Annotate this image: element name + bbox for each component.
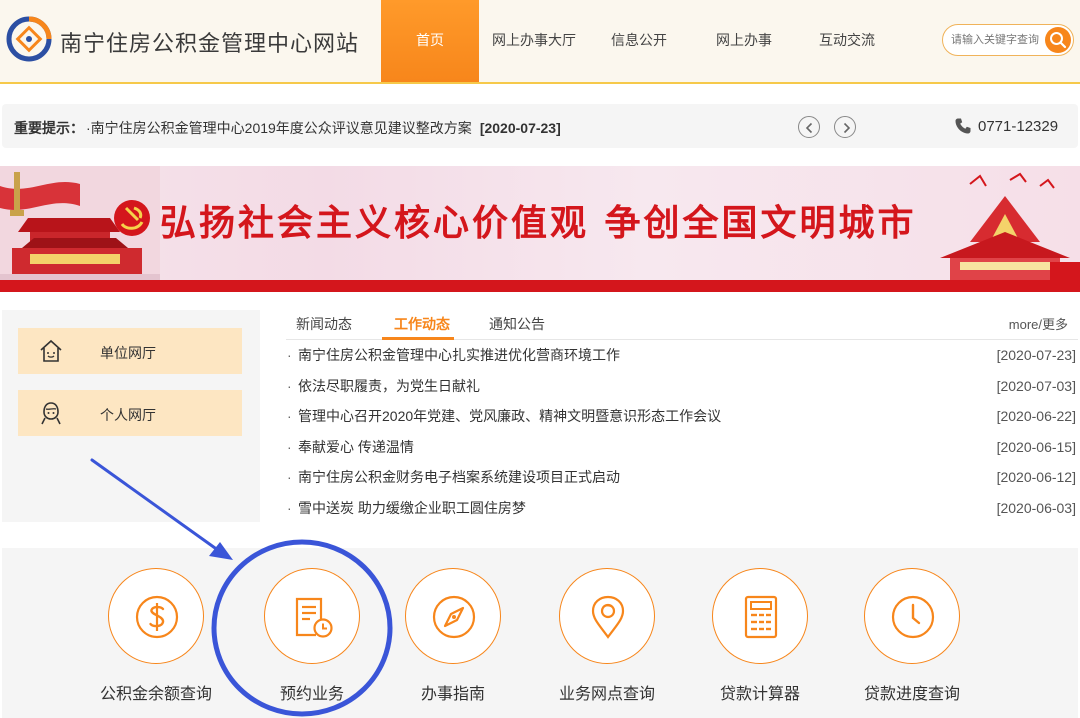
service-label: 公积金余额查询 (99, 686, 212, 703)
bullet: · (287, 469, 292, 486)
quick-services: 公积金余额查询 预约业务 办事指南 业务网点查询 贷款计算器 贷款进度查询 (2, 548, 1078, 718)
notice-prev-button[interactable] (798, 116, 820, 138)
news-title: 奉献爱心 传递温情 (298, 438, 414, 455)
news-item[interactable]: · 依法尽职履责，为党生日献礼 [2020-07-03] (286, 375, 1078, 406)
news-list: · 南宁住房公积金管理中心扎实推进优化营商环境工作 [2020-07-23] · 依法… (286, 344, 1078, 528)
bullet: · (287, 408, 292, 425)
nav-item-online-services[interactable]: 网上办事 (689, 0, 799, 82)
dollar-icon (135, 595, 179, 639)
news-item[interactable]: · 南宁住房公积金管理中心扎实推进优化营商环境工作 [2020-07-23] (286, 344, 1078, 375)
service-icon-circle (559, 568, 655, 664)
clock-icon (891, 595, 935, 639)
news-date: [2020-07-23] (996, 347, 1076, 363)
service-loan-progress[interactable]: 贷款进度查询 (837, 548, 987, 718)
search-box (942, 24, 1074, 56)
location-pin-icon (591, 595, 625, 639)
party-emblem-icon (114, 200, 150, 236)
service-icon-circle (264, 568, 360, 664)
nav-item-home[interactable]: 首页 (381, 0, 479, 82)
service-balance-query[interactable]: 公积金余额查询 (81, 548, 231, 718)
nav-item-interaction[interactable]: 互动交流 (799, 0, 895, 82)
service-icon-circle (712, 568, 808, 664)
calculator-icon (744, 595, 778, 639)
banner[interactable]: 弘扬社会主义核心价值观 争创全国文明城市 (0, 166, 1080, 292)
service-guide[interactable]: 办事指南 (378, 548, 528, 718)
notice-next-button[interactable] (834, 116, 856, 138)
nav-item-online-hall[interactable]: 网上办事大厅 (479, 0, 589, 82)
service-label: 预约业务 (279, 686, 344, 703)
service-icon-circle (864, 568, 960, 664)
news-title: 南宁住房公积金管理中心扎实推进优化营商环境工作 (298, 347, 620, 363)
bullet: · (287, 499, 292, 516)
main-nav: 首页 网上办事大厅 信息公开 网上办事 互动交流 (381, 0, 895, 82)
active-tab-indicator (382, 337, 454, 340)
bullet: · (287, 347, 292, 363)
site-header: 南宁住房公积金管理中心网站 首页 网上办事大厅 信息公开 网上办事 互动交流 (0, 0, 1080, 84)
banner-slogan: 弘扬社会主义核心价值观 争创全国文明城市 (160, 202, 917, 244)
news-date: [2020-06-03] (996, 499, 1076, 516)
notice-bar: 重要提示： ·南宁住房公积金管理中心2019年度公众评议意见建议整改方案 [202… (2, 104, 1078, 148)
service-label: 贷款计算器 (719, 686, 800, 703)
news-panel: 新闻动态 工作动态 通知公告 more/更多 · 南宁住房公积金管理中心扎实推进优… (286, 306, 1078, 522)
tab-announcements[interactable]: 通知公告 (489, 314, 545, 334)
hotline-number: 0771-12329 (978, 117, 1059, 135)
news-item[interactable]: · 南宁住房公积金财务电子档案系统建设项目正式启动 [2020-06-12] (286, 466, 1078, 497)
personal-hall-button[interactable]: 个人网厅 (18, 390, 242, 436)
hotline: 0771-12329 (954, 117, 1058, 135)
news-title: 雪中送炭 助力缓缴企业职工圆住房梦 (298, 499, 526, 516)
more-link[interactable]: more/更多 (1009, 314, 1068, 333)
search-icon (1050, 32, 1067, 49)
news-title: 南宁住房公积金财务电子档案系统建设项目正式启动 (298, 469, 620, 486)
tab-work-updates[interactable]: 工作动态 (394, 314, 450, 334)
appointment-icon (295, 597, 333, 638)
service-loan-calculator[interactable]: 贷款计算器 (685, 548, 835, 718)
service-outlet-query[interactable]: 业务网点查询 (532, 548, 682, 718)
service-icon-circle (108, 568, 204, 664)
site-title: 南宁住房公积金管理中心网站 (60, 31, 360, 56)
news-title: 依法尽职履责，为党生日献礼 (298, 377, 480, 394)
nav-item-info-disclosure[interactable]: 信息公开 (589, 0, 689, 82)
news-title: 管理中心召开2020年党建、党风廉政、精神文明暨意识形态工作会议 (298, 408, 722, 425)
banner-base-stripe (0, 280, 1080, 292)
person-icon (41, 402, 61, 425)
home-icon (40, 339, 62, 362)
notice-date: [2020-07-23] (479, 120, 561, 136)
landmark-illustration (940, 172, 1080, 280)
chevron-right-icon (843, 122, 851, 134)
service-label: 办事指南 (420, 686, 485, 703)
phone-icon (955, 118, 971, 134)
logo-icon[interactable] (6, 16, 52, 62)
service-appointment[interactable]: 预约业务 (237, 548, 387, 718)
news-item[interactable]: · 雪中送炭 助力缓缴企业职工圆住房梦 [2020-06-03] (286, 497, 1078, 528)
service-icon-circle (405, 568, 501, 664)
service-label: 贷款进度查询 (863, 686, 960, 703)
news-date: [2020-07-03] (996, 377, 1076, 394)
search-button[interactable] (1045, 27, 1071, 53)
chevron-left-icon (805, 122, 813, 134)
notice-label: 重要提示： (14, 120, 84, 136)
bullet: · (287, 377, 292, 394)
notice-link[interactable]: ·南宁住房公积金管理中心2019年度公众评议意见建议整改方案 [2020-07-2… (86, 118, 561, 138)
notice-title: ·南宁住房公积金管理中心2019年度公众评议意见建议整改方案 (86, 120, 472, 136)
unit-hall-button[interactable]: 单位网厅 (18, 328, 242, 374)
news-item[interactable]: · 管理中心召开2020年党建、党风廉政、精神文明暨意识形态工作会议 [2020-0… (286, 405, 1078, 436)
news-date: [2020-06-15] (996, 438, 1076, 455)
unit-hall-label: 单位网厅 (100, 345, 156, 361)
news-date: [2020-06-12] (996, 469, 1076, 486)
news-item[interactable]: · 奉献爱心 传递温情 [2020-06-15] (286, 436, 1078, 467)
news-tabs: 新闻动态 工作动态 通知公告 more/更多 (286, 306, 1078, 340)
news-date: [2020-06-22] (996, 408, 1076, 425)
bullet: · (287, 438, 292, 455)
service-label: 业务网点查询 (558, 686, 655, 703)
personal-hall-label: 个人网厅 (100, 407, 156, 423)
tab-news[interactable]: 新闻动态 (296, 314, 352, 334)
login-panel: 单位网厅 个人网厅 (2, 310, 260, 522)
search-input[interactable] (951, 31, 1047, 49)
compass-icon (432, 595, 476, 639)
